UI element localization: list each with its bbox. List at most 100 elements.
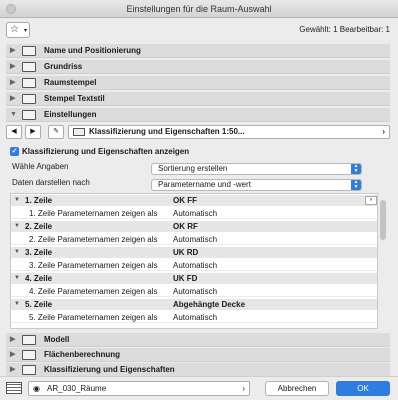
display-data-value: Parametername und -wert xyxy=(158,180,251,189)
table-group-row[interactable]: ▼ 3. Zeile UK RD xyxy=(11,247,377,259)
table-cell-name: 1. Zeile Parameternamen zeigen als xyxy=(29,209,158,218)
panel-header-label: Einstellungen xyxy=(44,110,97,119)
floorplan-icon xyxy=(22,62,36,72)
panel-header-settings[interactable]: ▼ Einstellungen xyxy=(6,108,390,122)
panel-header-label: Stempel Textstil xyxy=(44,94,105,103)
show-classification-checkbox[interactable]: ✓ Klassifizierung und Eigenschaften anzei… xyxy=(10,147,189,159)
row-more-button[interactable]: › xyxy=(365,196,377,205)
table-cell-name: 5. Zeile xyxy=(25,300,53,309)
area-calc-icon xyxy=(22,350,36,360)
close-window-button[interactable] xyxy=(6,4,16,14)
disclosure-closed-icon[interactable]: ▶ xyxy=(10,60,15,74)
chevron-right-icon: › xyxy=(382,127,385,136)
panel-header-classification[interactable]: ▶ Klassifizierung und Eigenschaften xyxy=(6,363,390,377)
panel-header-name-position[interactable]: ▶ Name und Positionierung xyxy=(6,44,390,58)
panel-header-label: Klassifizierung und Eigenschaften xyxy=(44,365,175,374)
table-cell-name: 2. Zeile xyxy=(25,222,53,231)
classification-table: ▼ 1. Zeile OK FF › 1. Zeile Parameternamen z… xyxy=(10,193,378,329)
chevron-down-icon: ▾ xyxy=(23,28,27,34)
arrow-left-icon: ◀ xyxy=(11,128,17,135)
disclosure-open-icon[interactable]: ▼ xyxy=(14,273,20,284)
ok-button[interactable]: OK xyxy=(336,381,390,396)
disclosure-closed-icon[interactable]: ▶ xyxy=(10,348,15,362)
text-style-icon xyxy=(22,94,36,104)
name-position-icon xyxy=(22,46,36,56)
choose-data-value: Sortierung erstellen xyxy=(158,164,228,173)
table-row[interactable]: 4. Zeile Parameternamen zeigen als Automa… xyxy=(11,286,377,298)
table-cell-value: Automatisch xyxy=(173,287,218,296)
next-button[interactable]: ▶ xyxy=(25,125,41,139)
selection-info: Gewählt: 1 Bearbeitbar: 1 xyxy=(299,25,390,34)
table-cell-value: OK RF xyxy=(173,222,198,231)
table-row[interactable]: 3. Zeile Parameternamen zeigen als Automa… xyxy=(11,260,377,272)
table-cell-name: 4. Zeile Parameternamen zeigen als xyxy=(29,287,158,296)
table-cell-name: 5. Zeile Parameternamen zeigen als xyxy=(29,313,158,322)
settings-nav-row: ◀ ▶ ✎ Klassifizierung und Eigenschaften … xyxy=(6,124,390,140)
settings-section-label: Klassifizierung und Eigenschaften 1:50..… xyxy=(89,127,245,136)
table-scrollbar[interactable] xyxy=(380,200,386,240)
display-data-label: Daten darstellen nach xyxy=(12,178,90,187)
table-cell-name: 1. Zeile xyxy=(25,196,53,205)
disclosure-open-icon[interactable]: ▼ xyxy=(14,221,20,232)
panel-header-label: Modell xyxy=(44,335,70,344)
table-row[interactable]: 2. Zeile Parameternamen zeigen als Automa… xyxy=(11,234,377,246)
table-group-row[interactable]: ▼ 4. Zeile UK FD xyxy=(11,273,377,285)
favorites-button[interactable]: ☆ ▾ xyxy=(6,22,30,38)
disclosure-open-icon[interactable]: ▼ xyxy=(14,299,20,310)
stepper-icon: ▲ ▼ xyxy=(351,180,361,190)
top-toolbar: ☆ ▾ Gewählt: 1 Bearbeitbar: 1 xyxy=(0,18,398,42)
table-cell-value: OK FF xyxy=(173,196,197,205)
panel-header-model[interactable]: ▶ Modell xyxy=(6,333,390,347)
stepper-icon: ▲ ▼ xyxy=(351,164,361,174)
disclosure-closed-icon[interactable]: ▶ xyxy=(10,44,15,58)
panel-header-zone-stamp[interactable]: ▶ Raumstempel xyxy=(6,76,390,90)
table-cell-value: UK RD xyxy=(173,248,199,257)
disclosure-closed-icon[interactable]: ▶ xyxy=(10,363,15,377)
panel-header-label: Raumstempel xyxy=(44,78,97,87)
table-cell-name: 3. Zeile xyxy=(25,248,53,257)
table-cell-name: 3. Zeile Parameternamen zeigen als xyxy=(29,261,158,270)
dialog-footer: ◉ AR_030_Räume › Abbrechen OK xyxy=(0,376,398,400)
choose-data-select[interactable]: Sortierung erstellen ▲ ▼ xyxy=(151,163,362,175)
table-cell-value: Abgehängte Decke xyxy=(173,300,246,309)
layer-select[interactable]: ◉ AR_030_Räume › xyxy=(28,381,250,396)
table-cell-value: Automatisch xyxy=(173,209,218,218)
settings-section-dropdown[interactable]: Klassifizierung und Eigenschaften 1:50..… xyxy=(68,125,390,139)
cancel-button[interactable]: Abbrechen xyxy=(265,381,329,396)
layer-icon xyxy=(6,382,22,394)
panel-header-label: Flächenberechnung xyxy=(44,350,121,359)
disclosure-closed-icon[interactable]: ▶ xyxy=(10,333,15,347)
checkmark-icon: ✓ xyxy=(10,147,19,157)
display-data-select[interactable]: Parametername und -wert ▲ ▼ xyxy=(151,179,362,191)
panel-header-floorplan[interactable]: ▶ Grundriss xyxy=(6,60,390,74)
choose-data-label: Wähle Angaben xyxy=(12,162,69,171)
disclosure-closed-icon[interactable]: ▶ xyxy=(10,92,15,106)
table-row[interactable]: 5. Zeile Parameternamen zeigen als Automa… xyxy=(11,312,377,324)
zone-stamp-icon xyxy=(22,78,36,88)
layer-value: AR_030_Räume xyxy=(47,384,107,393)
disclosure-open-icon[interactable]: ▼ xyxy=(14,195,20,206)
edit-button[interactable]: ✎ xyxy=(48,125,64,139)
panel-header-text-style[interactable]: ▶ Stempel Textstil xyxy=(6,92,390,106)
panel-header-area-calc[interactable]: ▶ Flächenberechnung xyxy=(6,348,390,362)
classification-icon xyxy=(73,128,85,136)
table-group-row[interactable]: ▼ 1. Zeile OK FF › xyxy=(11,195,377,207)
chevron-right-icon: › xyxy=(242,384,245,393)
classification-icon xyxy=(22,365,36,375)
table-row[interactable]: 1. Zeile Parameternamen zeigen als Automa… xyxy=(11,208,377,220)
table-cell-name: 2. Zeile Parameternamen zeigen als xyxy=(29,235,158,244)
disclosure-closed-icon[interactable]: ▶ xyxy=(10,76,15,90)
prev-button[interactable]: ◀ xyxy=(6,125,22,139)
window-title: Einstellungen für die Raum-Auswahl xyxy=(126,4,272,14)
model-icon xyxy=(22,335,36,345)
table-cell-value: Automatisch xyxy=(173,235,218,244)
table-cell-value: Automatisch xyxy=(173,261,218,270)
table-group-row[interactable]: ▼ 5. Zeile Abgehängte Decke xyxy=(11,299,377,311)
table-group-row[interactable]: ▼ 2. Zeile OK RF xyxy=(11,221,377,233)
table-cell-value: Automatisch xyxy=(173,313,218,322)
disclosure-open-icon[interactable]: ▼ xyxy=(10,108,17,122)
show-classification-label: Klassifizierung und Eigenschaften anzeig… xyxy=(22,147,190,156)
settings-icon xyxy=(22,110,36,120)
disclosure-open-icon[interactable]: ▼ xyxy=(14,247,20,258)
table-cell-value: UK FD xyxy=(173,274,198,283)
